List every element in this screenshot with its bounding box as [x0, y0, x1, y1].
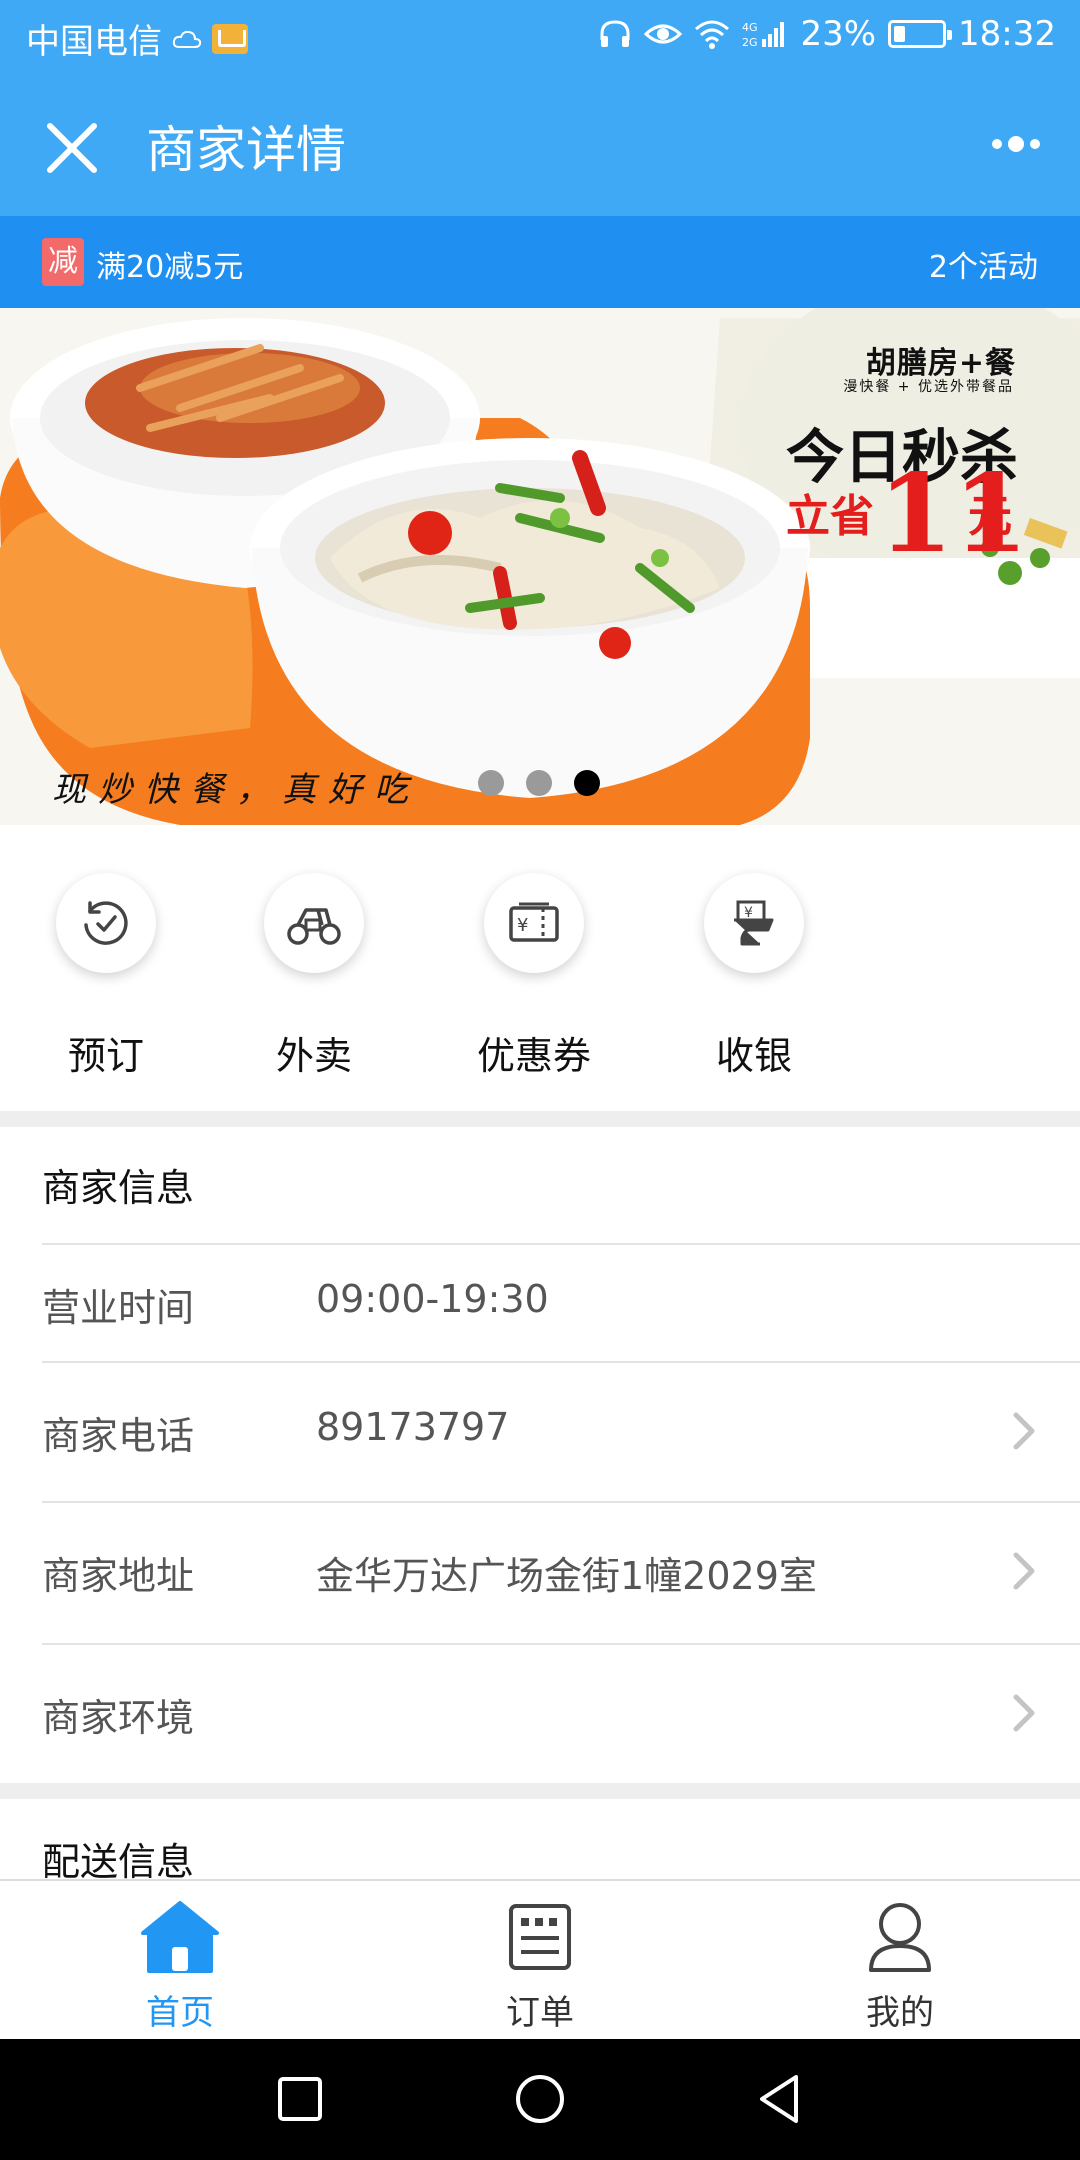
chevron-right-icon: [1013, 1552, 1035, 1590]
cloud-icon: [172, 30, 202, 48]
title-bar: 商家详情: [0, 72, 1080, 216]
clock: 18:32: [958, 14, 1056, 54]
profile-icon: [869, 1903, 931, 1972]
chevron-right-icon: [1013, 1694, 1035, 1732]
svg-text:4G: 4G: [742, 21, 758, 34]
info-label: 商家地址: [42, 1554, 195, 1598]
info-row-environment[interactable]: 商家环境: [42, 1643, 1080, 1783]
tab-label: 首页: [146, 1993, 214, 2033]
carousel-dot[interactable]: [478, 770, 504, 796]
save-prefix: 立省: [786, 491, 874, 542]
promo-text: 满20减5元: [96, 250, 244, 285]
battery-icon: [888, 20, 953, 48]
info-value[interactable]: 金华万达广场金街1幢2029室: [316, 1545, 817, 1600]
scooter-icon: [287, 908, 341, 945]
chevron-right-icon: [1013, 1412, 1035, 1450]
save-unit: 元: [968, 491, 1012, 542]
home-icon: [141, 1901, 219, 1973]
battery-percent: 23%: [800, 14, 877, 54]
more-button[interactable]: [980, 120, 1052, 168]
status-left: 中国电信: [26, 14, 248, 63]
info-row-hours: 营业时间 09:00-19:30: [42, 1243, 1080, 1361]
delivery-info-section: 配送信息: [0, 1799, 1080, 1884]
tab-label: 订单: [506, 1993, 574, 2033]
tab-label: 我的: [866, 1993, 934, 2033]
back-button[interactable]: [750, 2069, 810, 2129]
quick-action-delivery[interactable]: 外卖: [224, 873, 404, 1080]
more-icon-center: [1008, 136, 1024, 152]
carrier-name: 中国电信: [26, 22, 162, 62]
promo-bar[interactable]: 减 满20减5元 2个活动: [0, 216, 1080, 308]
page-title: 商家详情: [146, 121, 346, 179]
section-title: 商家信息: [42, 1166, 195, 1210]
quick-action-circle[interactable]: [264, 873, 364, 973]
order-icon: [509, 1904, 571, 1970]
quick-action-circle[interactable]: ¥: [484, 873, 584, 973]
headphones-icon: [600, 20, 630, 47]
svg-text:¥: ¥: [517, 915, 528, 936]
coupon-icon: ¥: [509, 902, 559, 942]
brand-tagline: 漫快餐 + 优选外带餐品: [843, 379, 1014, 395]
mail-icon: [212, 23, 248, 54]
tab-orders[interactable]: 订单: [440, 1895, 640, 2034]
close-button[interactable]: [36, 112, 108, 184]
quick-action-circle[interactable]: ¥: [704, 873, 804, 973]
carousel-indicator: [478, 770, 600, 796]
section-divider: [0, 1111, 1080, 1127]
wifi-icon: [695, 20, 730, 49]
quick-action-label: 预订: [67, 1034, 144, 1078]
quick-action-cashier[interactable]: ¥ 收银: [664, 873, 844, 1080]
circle-icon: [516, 2075, 564, 2123]
carousel-dot[interactable]: [526, 770, 552, 796]
info-label: 商家环境: [42, 1696, 195, 1740]
info-value[interactable]: 89173797: [316, 1405, 509, 1449]
info-value: 09:00-19:30: [316, 1277, 549, 1321]
banner-slogan: 现炒快餐，真好吃: [52, 770, 420, 810]
info-row-phone[interactable]: 商家电话 89173797: [42, 1361, 1080, 1501]
cashier-icon: ¥: [734, 900, 774, 946]
home-button[interactable]: [510, 2069, 570, 2129]
promo-count[interactable]: 2个活动: [929, 242, 1038, 286]
quick-action-label: 收银: [715, 1034, 792, 1078]
carousel-dot-active[interactable]: [574, 770, 600, 796]
quick-action-label: 外卖: [275, 1034, 352, 1078]
banner-carousel[interactable]: 胡膳房+餐 漫快餐 + 优选外带餐品 今日秒杀 立省 11 元 现炒快餐，真好吃: [0, 308, 1080, 825]
svg-text:2G: 2G: [742, 36, 758, 49]
more-icon: [992, 139, 1002, 149]
tab-home[interactable]: 首页: [80, 1895, 280, 2034]
back-triangle-icon: [760, 2075, 798, 2123]
merchant-info-section: 商家信息 营业时间 09:00-19:30 商家电话 89173797 商家地址…: [0, 1127, 1080, 1783]
square-icon: [278, 2077, 322, 2121]
quick-action-reserve[interactable]: 预订: [16, 873, 196, 1080]
quick-action-label: 优惠券: [476, 1034, 591, 1078]
system-navigation-bar: [0, 2039, 1080, 2160]
info-label: 营业时间: [42, 1286, 195, 1330]
info-row-address[interactable]: 商家地址 金华万达广场金街1幢2029室: [42, 1501, 1080, 1643]
recents-button[interactable]: [270, 2069, 330, 2129]
discount-badge: 减: [42, 238, 84, 286]
status-right: 4G 2G 23% 18:32: [598, 14, 1056, 54]
eye-icon: [644, 24, 683, 44]
quick-action-circle[interactable]: [56, 873, 156, 973]
battery-level: [894, 26, 906, 42]
close-icon: [47, 123, 97, 173]
info-label: 商家电话: [42, 1414, 195, 1458]
quick-action-coupon[interactable]: ¥ 优惠券: [444, 873, 624, 1080]
tab-profile[interactable]: 我的: [800, 1895, 1000, 2034]
signal-icon: 4G2G: [742, 21, 785, 49]
section-divider: [0, 1783, 1080, 1799]
quick-actions: 预订 外卖 ¥ 优惠券 ¥ 收银: [0, 825, 1080, 1111]
more-icon-right: [1030, 139, 1040, 149]
section-title: 配送信息: [42, 1840, 195, 1884]
clock-check-icon: [84, 901, 128, 945]
bottom-tab-bar: 首页 订单 我的: [0, 1879, 1080, 2039]
status-bar: 中国电信 4G 2G 23% 18:32: [0, 0, 1080, 72]
